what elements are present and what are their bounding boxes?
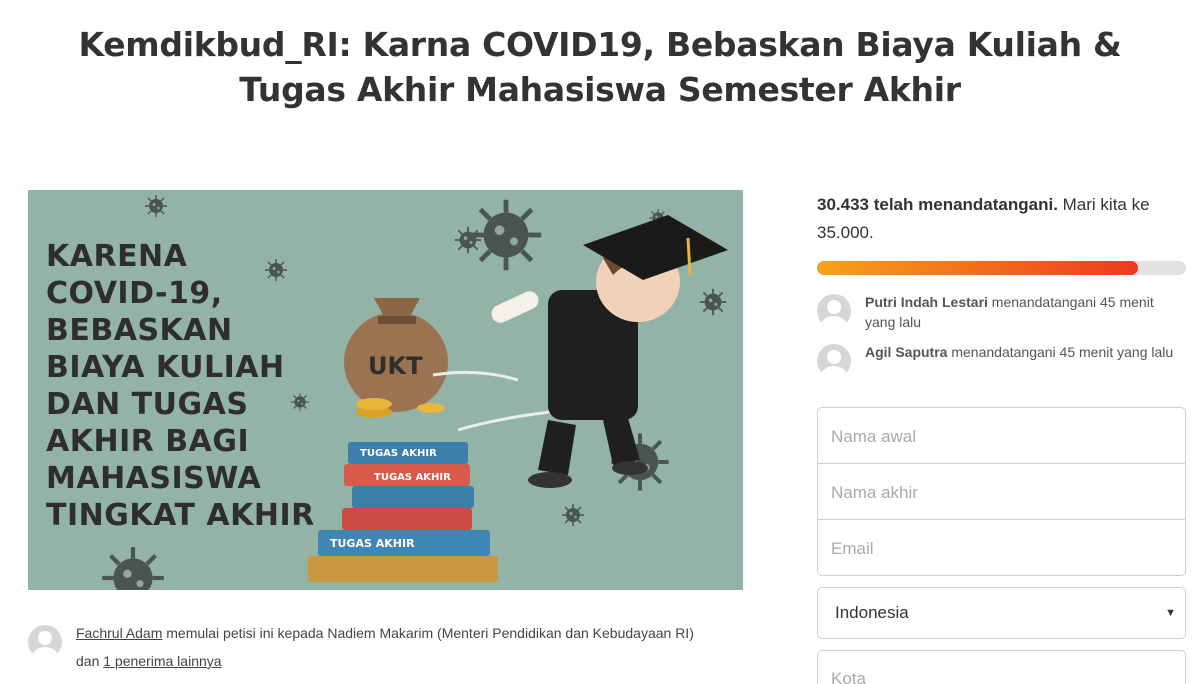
money-bag-label: UKT [368, 352, 423, 380]
signer-text: Putri Indah Lestari menandatangani 45 me… [865, 292, 1187, 332]
last-name-field[interactable]: Nama akhir [817, 463, 1186, 520]
book-label-1: TUGAS AKHIR [360, 448, 437, 459]
hero-text-line: KARENA [46, 239, 188, 274]
signer-text: Agil Saputra menandatangani 45 menit yan… [865, 342, 1187, 362]
petition-image: UKT TUGAS AKHIR TUGAS AKHIR TUGAS AKHIR … [28, 190, 743, 590]
starter-name-link[interactable]: Fachrul Adam [76, 625, 162, 641]
hero-text-line: COVID-19, [46, 276, 223, 311]
sign-form: Nama awal Nama akhir Email Indonesia ▼ K… [817, 407, 1187, 684]
starter-text: Fachrul Adam memulai petisi ini kepada N… [76, 619, 716, 675]
starter-avatar[interactable] [28, 625, 62, 659]
recent-signer: Agil Saputra menandatangani 45 menit yan… [817, 342, 1187, 386]
email-field[interactable]: Email [817, 519, 1186, 576]
signature-progress-fill [817, 261, 1138, 275]
hero-text-line: TINGKAT AKHIR [46, 498, 315, 533]
first-name-field[interactable]: Nama awal [817, 407, 1186, 464]
hero-text-line: MAHASISWA [46, 461, 262, 496]
user-icon [32, 631, 58, 659]
page-title: Kemdikbud_RI: Karna COVID19, Bebaskan Bi… [78, 25, 1122, 109]
hero-text-line: BIAYA KULIAH [46, 350, 285, 385]
hero-text-line: BEBASKAN [46, 313, 233, 348]
city-field[interactable]: Kota [817, 650, 1186, 684]
signer-avatar [817, 294, 851, 336]
signer-name: Agil Saputra [865, 344, 948, 360]
signature-count-value: 30.433 telah menandatangani. [817, 195, 1058, 214]
signer-name: Putri Indah Lestari [865, 294, 988, 310]
signature-count: 30.433 telah menandatangani. Mari kita k… [817, 191, 1187, 247]
signature-progress-bar [817, 261, 1186, 275]
recent-signer: Putri Indah Lestari menandatangani 45 me… [817, 292, 1187, 336]
signer-avatar [817, 344, 851, 386]
book-label-2: TUGAS AKHIR [374, 472, 451, 483]
country-select[interactable]: Indonesia ▼ [817, 587, 1186, 639]
signer-action: menandatangani 45 menit yang lalu [947, 344, 1174, 360]
chevron-down-icon: ▼ [1165, 607, 1176, 619]
hero-text-line: DAN TUGAS [46, 387, 249, 422]
user-icon [821, 350, 847, 386]
hero-text: KARENA COVID-19, BEBASKAN BIAYA KULIAH D… [46, 238, 315, 534]
book-label-3: TUGAS AKHIR [330, 537, 415, 550]
other-recipients-link[interactable]: 1 penerima lainnya [103, 653, 221, 669]
country-value: Indonesia [835, 603, 909, 622]
hero-text-line: AKHIR BAGI [46, 424, 250, 459]
user-icon [821, 300, 847, 336]
